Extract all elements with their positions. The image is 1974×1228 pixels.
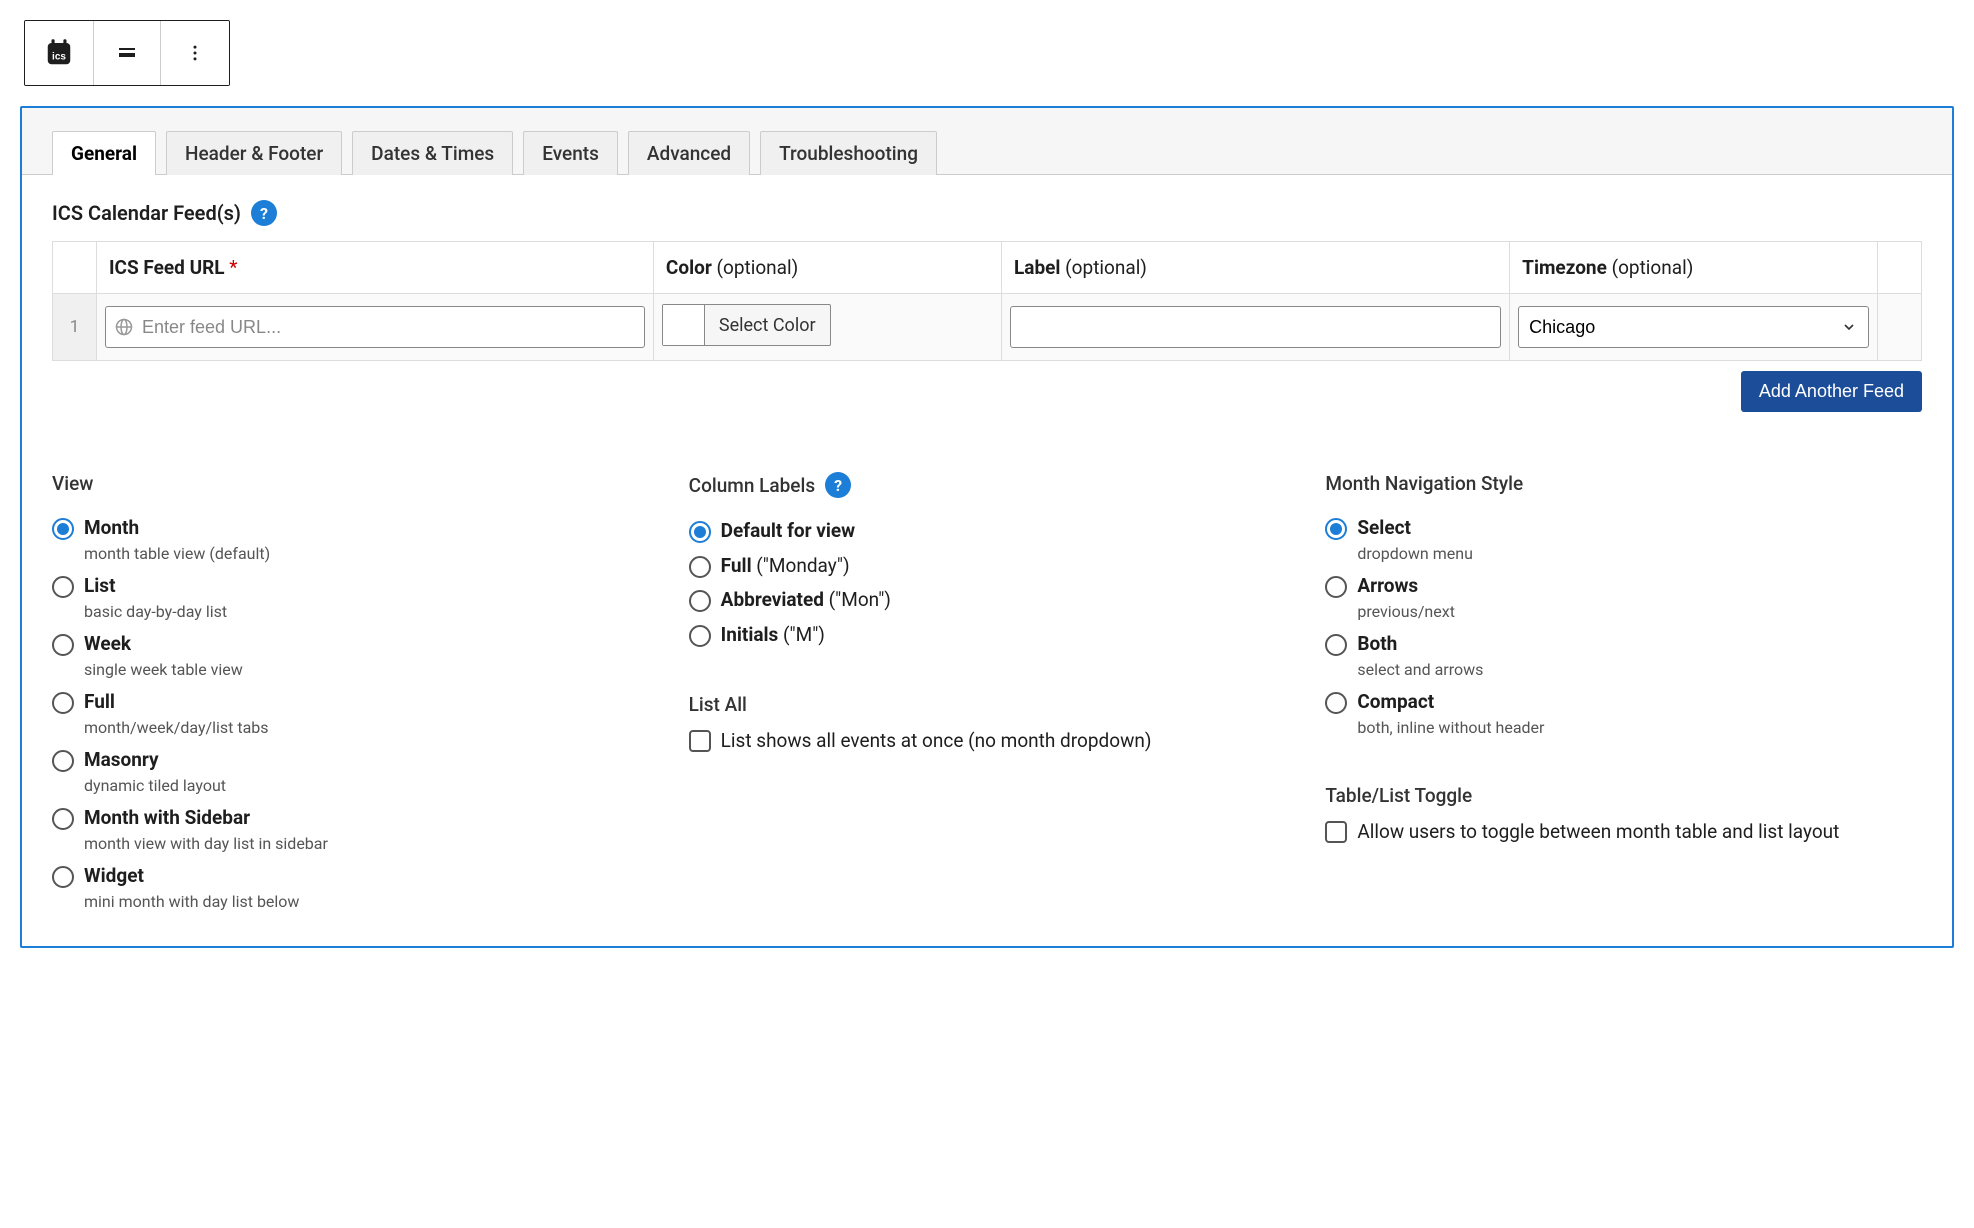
row-index-header: [53, 242, 97, 294]
tab-troubleshooting[interactable]: Troubleshooting: [760, 131, 937, 175]
collabel-label[interactable]: Initials ("M"): [721, 622, 825, 649]
collabel-label[interactable]: Default for view: [721, 518, 855, 545]
more-options-icon[interactable]: [161, 21, 229, 85]
list-all-section: List All List shows all events at once (…: [689, 693, 1286, 755]
column-labels-section: Column Labels ? Default for view Full ("M…: [689, 472, 1286, 921]
align-icon[interactable]: [93, 21, 161, 85]
month-nav-section: Month Navigation Style Selectdropdown me…: [1325, 472, 1922, 921]
collabel-label[interactable]: Abbreviated ("Mon"): [721, 587, 891, 614]
color-swatch: [663, 305, 705, 345]
globe-icon: [115, 318, 133, 336]
view-radio[interactable]: [52, 576, 74, 598]
feeds-section-label: ICS Calendar Feed(s): [52, 201, 241, 225]
settings-panel: General Header & Footer Dates & Times Ev…: [20, 106, 1954, 948]
help-icon[interactable]: ?: [251, 200, 277, 226]
list-all-checkbox[interactable]: [689, 730, 711, 752]
view-label[interactable]: Widgetmini month with day list below: [84, 863, 299, 913]
column-labels-title: Column Labels ?: [689, 472, 1286, 498]
view-label[interactable]: Fullmonth/week/day/list tabs: [84, 689, 269, 739]
monthnav-label[interactable]: Arrowsprevious/next: [1357, 573, 1455, 623]
tab-label: Header & Footer: [185, 142, 323, 165]
view-radio[interactable]: [52, 866, 74, 888]
tab-general[interactable]: General: [52, 131, 156, 175]
help-icon[interactable]: ?: [825, 472, 851, 498]
collabel-radio[interactable]: [689, 590, 711, 612]
row-actions-header: [1878, 242, 1922, 294]
timezone-header: Timezone (optional): [1510, 242, 1878, 294]
tab-label: Troubleshooting: [779, 142, 918, 165]
collabel-radio[interactable]: [689, 556, 711, 578]
table-toggle-section: Table/List Toggle Allow users to toggle …: [1325, 784, 1922, 846]
feed-label-input[interactable]: [1010, 306, 1501, 348]
tab-dates-times[interactable]: Dates & Times: [352, 131, 513, 175]
row-index: 1: [53, 294, 97, 361]
url-header: ICS Feed URL *: [97, 242, 654, 294]
view-radio[interactable]: [52, 518, 74, 540]
color-select-button[interactable]: Select Color: [662, 304, 831, 346]
row-action-cell: [1878, 294, 1922, 361]
list-all-label[interactable]: List shows all events at once (no month …: [721, 728, 1152, 755]
view-radio[interactable]: [52, 808, 74, 830]
collabel-label[interactable]: Full ("Monday"): [721, 553, 850, 580]
view-label[interactable]: Listbasic day-by-day list: [84, 573, 227, 623]
feeds-section-title: ICS Calendar Feed(s) ?: [52, 200, 1922, 226]
color-select-label: Select Color: [705, 315, 830, 336]
monthnav-radio[interactable]: [1325, 518, 1347, 540]
tab-label: Advanced: [647, 142, 731, 165]
month-nav-title: Month Navigation Style: [1325, 472, 1922, 495]
add-feed-button[interactable]: Add Another Feed: [1741, 371, 1922, 412]
view-title: View: [52, 472, 649, 495]
monthnav-radio[interactable]: [1325, 634, 1347, 656]
monthnav-radio[interactable]: [1325, 692, 1347, 714]
tab-label: Dates & Times: [371, 142, 494, 165]
view-label[interactable]: Month with Sidebarmonth view with day li…: [84, 805, 328, 855]
tab-events[interactable]: Events: [523, 131, 618, 175]
color-header: Color (optional): [653, 242, 1001, 294]
tab-label: General: [71, 142, 137, 165]
feed-url-input[interactable]: [105, 306, 645, 348]
svg-text:ics: ics: [52, 51, 66, 62]
view-section: View Monthmonth table view (default) List…: [52, 472, 649, 921]
view-radio[interactable]: [52, 750, 74, 772]
table-toggle-checkbox[interactable]: [1325, 821, 1347, 843]
list-all-title: List All: [689, 693, 1286, 716]
monthnav-label[interactable]: Compactboth, inline without header: [1357, 689, 1544, 739]
view-label[interactable]: Monthmonth table view (default): [84, 515, 270, 565]
timezone-select[interactable]: Chicago: [1518, 306, 1869, 348]
label-header: Label (optional): [1002, 242, 1510, 294]
monthnav-radio[interactable]: [1325, 576, 1347, 598]
view-label[interactable]: Masonrydynamic tiled layout: [84, 747, 226, 797]
feed-table: ICS Feed URL * Color (optional) Label (o…: [52, 241, 1922, 361]
tab-header-footer[interactable]: Header & Footer: [166, 131, 342, 175]
tab-advanced[interactable]: Advanced: [628, 131, 750, 175]
monthnav-label[interactable]: Bothselect and arrows: [1357, 631, 1483, 681]
monthnav-label[interactable]: Selectdropdown menu: [1357, 515, 1473, 565]
tab-bar: General Header & Footer Dates & Times Ev…: [22, 108, 1952, 175]
view-radio[interactable]: [52, 692, 74, 714]
collabel-radio[interactable]: [689, 521, 711, 543]
view-label[interactable]: Weeksingle week table view: [84, 631, 243, 681]
view-radio[interactable]: [52, 634, 74, 656]
collabel-radio[interactable]: [689, 625, 711, 647]
tab-label: Events: [542, 142, 599, 165]
table-toggle-label[interactable]: Allow users to toggle between month tabl…: [1357, 819, 1839, 846]
table-toggle-title: Table/List Toggle: [1325, 784, 1922, 807]
ics-calendar-icon[interactable]: ics: [25, 21, 93, 85]
feed-row: 1 Select Color: [53, 294, 1922, 361]
block-toolbar: ics: [24, 20, 230, 86]
